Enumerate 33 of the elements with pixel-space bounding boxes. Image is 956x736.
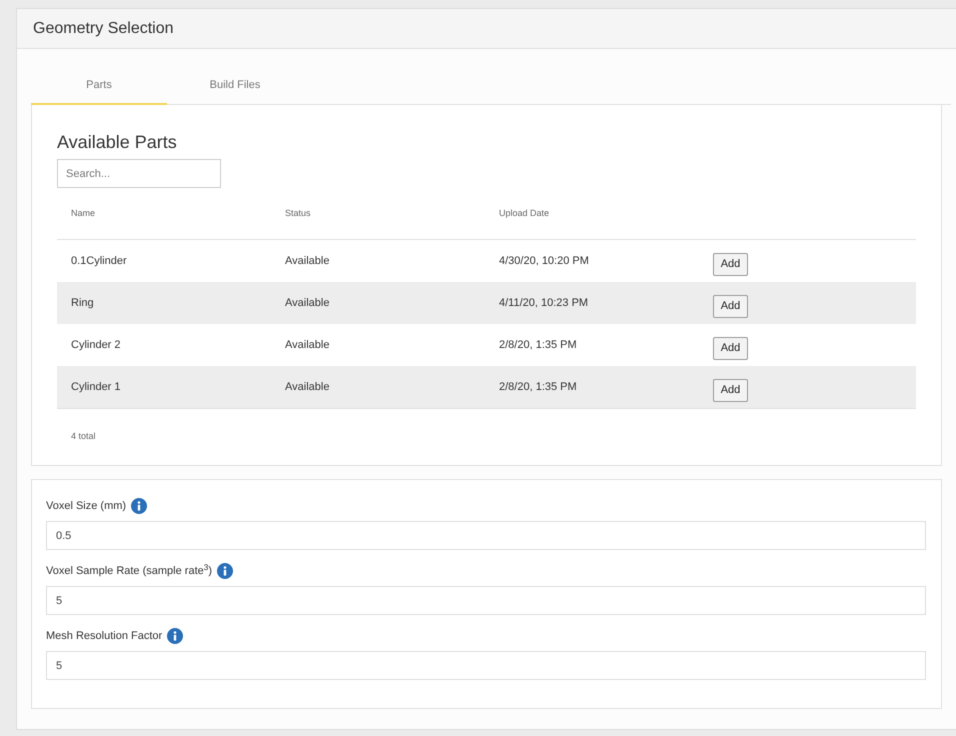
table-cell-text: Available — [285, 296, 330, 311]
table-cell-text: 4/11/20, 10:23 PM — [499, 296, 588, 311]
table-cell-text: Cylinder 2 — [71, 338, 121, 353]
input-field[interactable]: 0.5 — [46, 521, 926, 550]
add-button[interactable]: Add — [713, 252, 748, 276]
info-icon[interactable] — [217, 563, 234, 579]
field-label: Voxel Sample Rate (sample rate$^{3}$) — [46, 562, 212, 579]
add-button[interactable]: Add — [713, 294, 748, 318]
table-cell-text: Available — [285, 254, 330, 269]
column-header: Upload Date — [499, 206, 550, 220]
column-header: Name — [71, 206, 96, 220]
field-label: Mesh Resolution Factor — [46, 628, 162, 644]
column-header: Status — [285, 206, 311, 220]
field-label: Voxel Size (mm) — [46, 498, 126, 514]
table-cell-text: 0.1Cylinder — [71, 254, 127, 269]
input-field[interactable]: 5 — [46, 586, 926, 615]
table-cell-text: Ring — [71, 296, 94, 311]
section-heading: Available Parts — [57, 131, 178, 151]
table-cell-text: Cylinder 1 — [71, 380, 121, 395]
input-field[interactable]: 5 — [46, 651, 926, 680]
add-button[interactable]: Add — [713, 336, 748, 360]
search-field[interactable]: Search... — [57, 159, 221, 188]
info-icon[interactable] — [131, 498, 148, 514]
table-cell-text: 2/8/20, 1:35 PM — [499, 380, 577, 395]
add-button[interactable]: Add — [713, 378, 748, 402]
total-count: 4 total — [71, 431, 96, 441]
table-cell-text: 4/30/20, 10:20 PM — [499, 254, 589, 269]
table-cell-text: Available — [285, 338, 330, 353]
tab[interactable]: Build Files — [167, 67, 303, 105]
info-icon[interactable] — [167, 628, 184, 644]
table-cell-text: 2/8/20, 1:35 PM — [499, 338, 577, 353]
panel-title: Geometry Selection — [33, 18, 174, 38]
table-cell-text: Available — [285, 380, 330, 395]
